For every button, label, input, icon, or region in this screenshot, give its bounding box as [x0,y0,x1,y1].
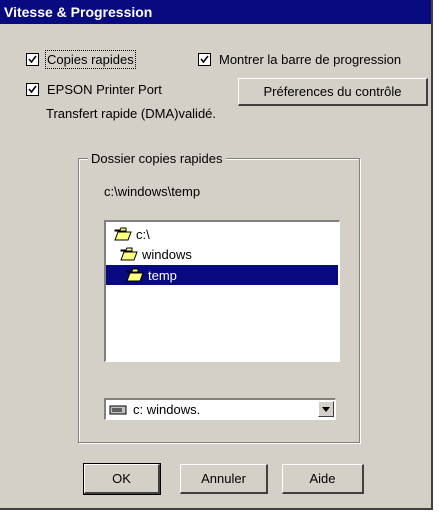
fast-copies-checkbox[interactable]: Copies rapides [26,50,136,69]
tree-item-label: windows [142,246,192,262]
help-button[interactable]: Aide [282,464,364,494]
cancel-button[interactable]: Annuler [180,464,268,494]
drive-select-value: c: windows. [133,402,201,417]
tree-item-label: temp [148,267,177,283]
tree-item-temp[interactable]: temp [106,265,338,285]
monitor-preferences-button[interactable]: Préferences du contrôle [238,78,428,106]
open-folder-icon [114,227,132,241]
checkmark-icon [198,53,211,66]
checkmark-icon [26,83,39,96]
open-folder-icon [120,247,138,261]
checkmark-icon [26,53,39,66]
folder-tree-list[interactable]: c:\ windows temp [104,220,340,362]
epson-port-checkbox[interactable]: EPSON Printer Port [26,82,162,97]
drive-select[interactable]: c: windows. [104,398,336,420]
tree-item-c[interactable]: c:\ [114,224,150,244]
group-title: Dossier copies rapides [88,151,226,166]
tree-item-windows[interactable]: windows [120,244,192,264]
ok-button[interactable]: OK [83,463,161,495]
drive-icon [109,404,127,416]
show-progress-label: Montrer la barre de progression [219,52,402,67]
open-folder-icon [126,268,144,282]
dma-status-text: Transfert rapide (DMA)validé. [46,106,217,121]
fast-copies-label: Copies rapides [45,50,136,69]
current-path-text: c:\windows\temp [104,184,201,199]
epson-port-label: EPSON Printer Port [47,82,162,97]
dialog-window: Vitesse & Progression Copies rapides Mon… [0,0,433,510]
dropdown-arrow-icon[interactable] [318,401,334,417]
show-progress-checkbox[interactable]: Montrer la barre de progression [198,52,401,67]
tree-item-label: c:\ [136,226,150,242]
title-bar: Vitesse & Progression [0,0,431,24]
